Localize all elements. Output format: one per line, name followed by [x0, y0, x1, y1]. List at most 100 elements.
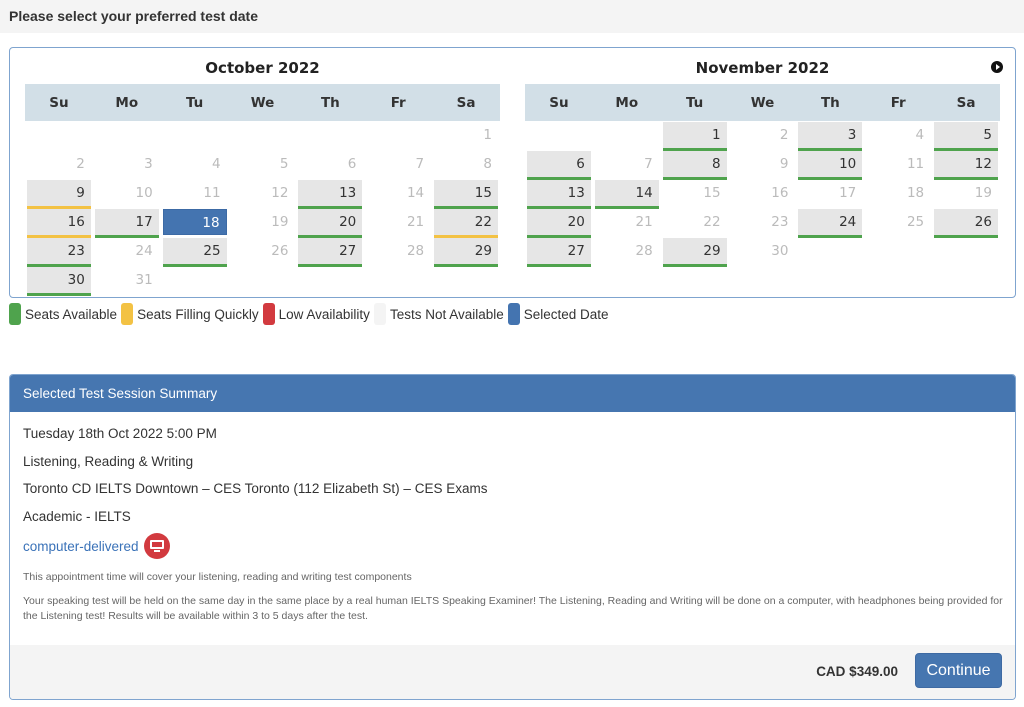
session-venue: Toronto CD IELTS Downtown – CES Toronto … — [23, 481, 488, 496]
day-cell-filling[interactable]: 22 — [434, 209, 498, 238]
day-cell-unavailable: 17 — [839, 185, 857, 201]
day-cell-unavailable: 26 — [271, 243, 289, 259]
weekday-label: Th — [820, 94, 840, 111]
day-cell-unavailable: 1 — [483, 127, 492, 143]
legend-swatch — [9, 303, 21, 325]
day-cell-available[interactable]: 30 — [27, 267, 91, 296]
day-cell-unavailable: 12 — [271, 185, 289, 201]
day-cell-available[interactable]: 26 — [934, 209, 998, 238]
legend-label: Seats Available — [25, 306, 118, 322]
day-cell-unavailable: 18 — [906, 185, 925, 201]
day-cell-unavailable: 22 — [703, 214, 721, 230]
session-components: Listening, Reading & Writing — [23, 453, 194, 469]
legend-label: Low Availability — [278, 306, 370, 322]
legend-label: Seats Filling Quickly — [137, 306, 259, 322]
day-cell-available[interactable]: 12 — [934, 151, 998, 180]
weekday-label: Fr — [890, 94, 906, 111]
day-cell-available[interactable]: 27 — [298, 238, 363, 267]
day-cell-available[interactable]: 8 — [662, 151, 727, 180]
day-cell-available[interactable]: 27 — [527, 238, 591, 267]
weekday-label: Su — [49, 94, 69, 111]
day-cell-unavailable: 2 — [779, 127, 789, 143]
day-cell-available[interactable]: 5 — [934, 122, 998, 151]
legend-label: Selected Date — [523, 306, 609, 322]
legend-item: Tests Not Available — [373, 303, 504, 325]
day-cell-selected[interactable]: 18 — [162, 209, 227, 235]
day-cell-available[interactable]: 14 — [594, 180, 659, 209]
day-cell-unavailable: 8 — [483, 156, 492, 172]
day-cell-filling[interactable]: 9 — [27, 180, 91, 209]
session-summary-panel: Selected Test Session Summary Tuesday 18… — [9, 374, 1016, 700]
day-cell-unavailable: 4 — [211, 156, 221, 172]
day-grid: 1 2 3 4 5 6 7 8 9 10 11 12 13 14 15 16 17 18 19 20 21 22 23 24 2… — [25, 121, 500, 296]
speaking-test-note: Your speaking test will be held on the s… — [23, 595, 1003, 622]
weekday-label: Mo — [115, 94, 139, 111]
price: CAD $349.00 — [816, 664, 898, 679]
day-cell-available[interactable]: 1 — [662, 122, 727, 151]
legend-swatch — [507, 303, 520, 325]
day-cell-unavailable: 31 — [135, 272, 153, 288]
weekday-header: Su Mo Tu We Th Fr Sa — [525, 84, 1000, 121]
legend-item: Seats Filling Quickly — [121, 303, 259, 325]
day-cell-unavailable: 16 — [771, 185, 789, 201]
day-cell-unavailable: 11 — [203, 185, 221, 201]
day-cell-available[interactable]: 10 — [798, 151, 863, 180]
page-header: Please select your preferred test date — [0, 0, 1024, 33]
day-cell-available[interactable]: 23 — [27, 238, 91, 267]
weekday-label: Mo — [615, 94, 639, 111]
calendar-panel: October 2022 Su Mo Tu We Th Fr Sa 1 2 3 4 5 6 7 8 9 10 1… — [9, 47, 1016, 298]
summary-footer: CAD $349.00 Continue — [10, 645, 1015, 699]
weekday-label: Th — [320, 94, 340, 111]
legend-item: Selected Date — [507, 303, 609, 325]
legend-item: Low Availability — [262, 303, 370, 325]
day-cell-unavailable: 23 — [771, 214, 789, 230]
day-cell-available[interactable]: 13 — [527, 180, 591, 209]
day-cell-available[interactable]: 20 — [298, 209, 363, 238]
day-cell-available[interactable]: 29 — [434, 238, 498, 267]
availability-legend: Seats Available Seats Filling Quickly Low … — [9, 303, 613, 325]
legend-swatch — [121, 303, 134, 325]
computer-delivered-link[interactable]: computer-delivered — [23, 539, 139, 554]
day-cell-available[interactable]: 13 — [298, 180, 363, 209]
day-cell-unavailable: 15 — [703, 185, 721, 201]
day-cell-available[interactable]: 3 — [798, 122, 863, 151]
day-cell-unavailable: 14 — [406, 185, 425, 201]
weekday-label: Fr — [390, 94, 406, 111]
next-month-icon[interactable] — [991, 61, 1003, 73]
legend-swatch — [262, 303, 275, 325]
weekday-label: Su — [549, 94, 569, 111]
page-title: Please select your preferred test date — [9, 8, 259, 24]
day-cell-unavailable: 28 — [635, 243, 653, 259]
legend-label: Tests Not Available — [389, 306, 504, 322]
day-cell-available[interactable]: 20 — [527, 209, 591, 238]
legend-swatch — [373, 303, 386, 325]
day-grid: 1 2 3 4 5 6 7 8 9 10 11 12 13 14 15 16 17 18 19 20 21 22 23 24 2… — [525, 121, 1000, 267]
day-cell-available[interactable]: 15 — [434, 180, 498, 209]
day-cell-unavailable: 10 — [135, 185, 153, 201]
month-title: October 2022 — [205, 59, 320, 77]
day-cell-available[interactable]: 25 — [162, 238, 227, 267]
day-cell-available[interactable]: 24 — [798, 209, 863, 238]
continue-button[interactable]: Continue — [915, 653, 1002, 688]
weekday-label: Sa — [956, 94, 976, 111]
monitor-icon — [143, 533, 170, 559]
day-cell-available[interactable]: 17 — [94, 209, 159, 238]
weekday-label: Tu — [685, 94, 704, 111]
day-cell-unavailable: 19 — [271, 214, 289, 230]
delivery-mode: computer-delivered — [23, 532, 1002, 560]
session-datetime: Tuesday 18th Oct 2022 5:00 PM — [23, 426, 217, 441]
month-november: November 2022 Su Mo Tu We Th Fr Sa 1 2 3 4 5 6 7 8 9 10… — [525, 48, 1000, 267]
day-cell-unavailable: 3 — [144, 156, 153, 172]
day-cell-unavailable: 28 — [406, 243, 425, 259]
day-cell-available[interactable]: 6 — [527, 151, 591, 180]
day-cell-available[interactable]: 29 — [662, 238, 727, 267]
day-cell-unavailable: 6 — [347, 156, 357, 172]
day-cell-unavailable: 5 — [279, 156, 289, 172]
day-cell-unavailable: 30 — [771, 243, 789, 259]
day-cell-unavailable: 4 — [915, 127, 925, 143]
day-cell-filling[interactable]: 16 — [27, 209, 91, 238]
weekday-label: Sa — [456, 94, 476, 111]
day-cell-unavailable: 7 — [415, 156, 425, 172]
day-cell-unavailable: 19 — [974, 185, 992, 201]
appointment-note: This appointment time will cover your li… — [23, 571, 412, 583]
